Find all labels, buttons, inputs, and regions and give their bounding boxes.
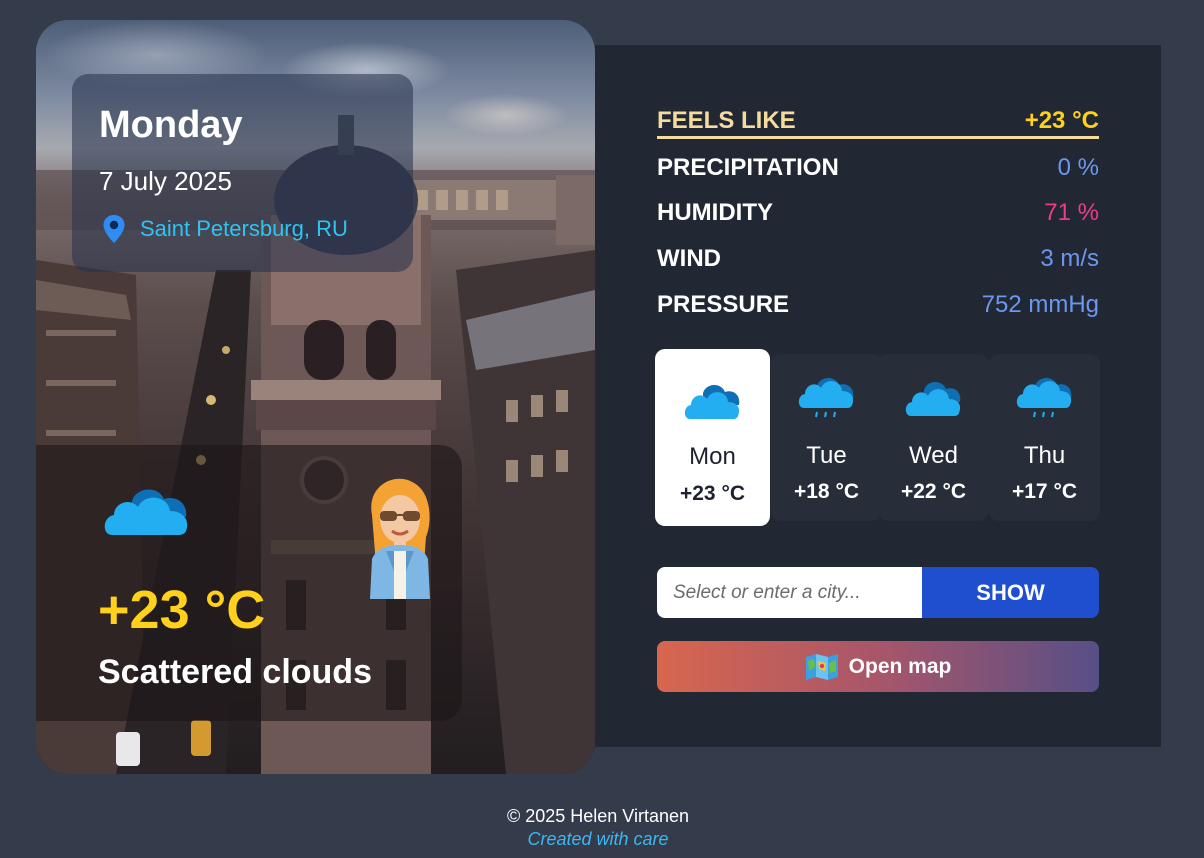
current-date: 7 July 2025 <box>99 166 232 196</box>
precipitation-row: PRECIPITATION 0 % <box>657 151 1099 185</box>
rain-cloud-icon <box>798 377 854 418</box>
show-button[interactable]: SHOW <box>922 567 1099 618</box>
precipitation-value: 0 % <box>1057 154 1099 181</box>
location-row: Saint Petersburg, RU <box>102 214 348 244</box>
wind-value: 3 m/s <box>1040 245 1099 272</box>
forecast-day-tue[interactable]: Tue +18 °C <box>771 354 882 521</box>
feels-like-row: FEELS LIKE +23 °C <box>657 105 1099 139</box>
open-map-button[interactable]: Open map <box>657 641 1099 692</box>
cloud-icon <box>684 384 740 419</box>
open-map-label: Open map <box>848 654 952 678</box>
pressure-row: PRESSURE 752 mmHg <box>657 288 1099 322</box>
forecast-day-wed[interactable]: Wed +22 °C <box>878 354 989 521</box>
forecast-day-name: Mon <box>689 443 736 470</box>
weather-condition: Scattered clouds <box>98 653 372 691</box>
rain-cloud-icon <box>1016 377 1072 418</box>
humidity-row: HUMIDITY 71 % <box>657 196 1099 230</box>
humidity-value: 71 % <box>1044 199 1099 226</box>
location-name: Saint Petersburg, RU <box>140 216 348 241</box>
current-weather-panel: +23 °C Scattered clouds <box>36 445 462 721</box>
footer-credits: Created with care <box>527 829 669 849</box>
avatar-girl-icon <box>370 478 430 599</box>
map-icon <box>805 653 838 680</box>
feels-like-label: FEELS LIKE <box>657 106 796 134</box>
city-search-input[interactable] <box>657 567 922 618</box>
forecast-temperature: +23 °C <box>679 482 746 505</box>
pressure-value: 752 mmHg <box>981 291 1099 318</box>
forecast-day-name: Wed <box>909 442 958 469</box>
forecast-day-mon[interactable]: Mon +23 °C <box>655 349 770 526</box>
precipitation-label: PRECIPITATION <box>657 154 839 181</box>
location-pin-icon <box>103 215 125 243</box>
date-location-panel: Monday 7 July 2025 Saint Petersburg, RU <box>72 74 413 272</box>
forecast-day-name: Thu <box>1023 442 1066 469</box>
day-name: Monday <box>99 104 243 146</box>
weather-details-panel: FEELS LIKE +23 °C PRECIPITATION 0 % HUMI… <box>595 45 1161 747</box>
cloud-icon <box>104 489 188 535</box>
wind-row: WIND 3 m/s <box>657 242 1099 276</box>
forecast-day-thu[interactable]: Thu +17 °C <box>989 354 1100 521</box>
cloud-icon <box>905 381 961 416</box>
footer-copyright: © 2025 Helen Virtanen <box>506 806 690 826</box>
forecast-temperature: +17 °C <box>1011 480 1078 503</box>
city-photo-card: Monday 7 July 2025 Saint Petersburg, RU <box>36 20 595 774</box>
forecast-temperature: +22 °C <box>900 480 967 503</box>
forecast-temperature: +18 °C <box>793 480 860 503</box>
wind-label: WIND <box>657 245 721 272</box>
forecast-day-name: Tue <box>806 442 847 469</box>
humidity-label: HUMIDITY <box>657 199 773 226</box>
feels-like-value: +23 °C <box>1024 106 1099 134</box>
pressure-label: PRESSURE <box>657 291 790 318</box>
current-temperature: +23 °C <box>98 580 266 640</box>
